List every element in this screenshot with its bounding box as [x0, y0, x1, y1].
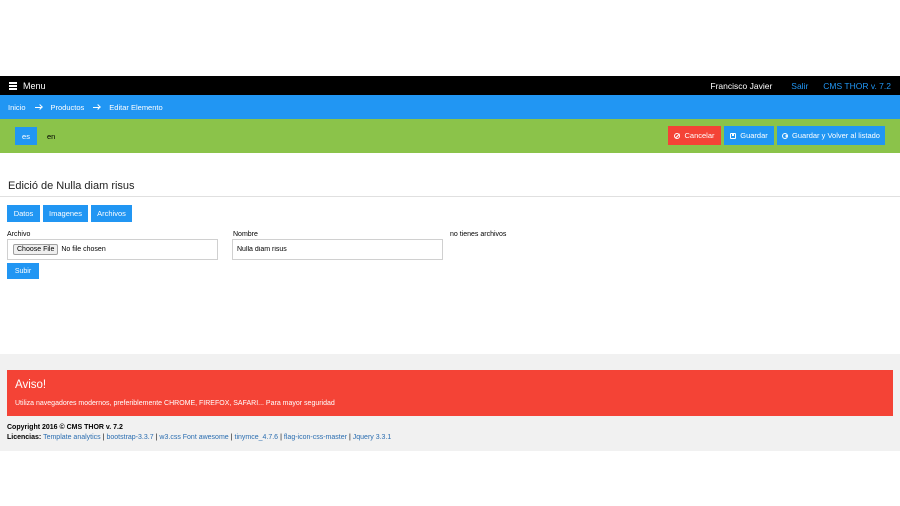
name-input[interactable] — [232, 239, 443, 260]
menu-button[interactable]: Menu — [9, 81, 46, 91]
licenses-line: Licencias: Template analytics | bootstrap-… — [7, 434, 392, 441]
save-button[interactable]: Guardar — [724, 126, 774, 145]
arrow-right-icon — [93, 104, 101, 110]
language-en-button[interactable]: en — [47, 132, 55, 141]
user-name: Francisco Javier — [710, 80, 773, 91]
license-link[interactable]: bootstrap-3.3.7 — [107, 434, 154, 441]
licenses-label: Licencias: — [7, 434, 42, 441]
license-link[interactable]: Template analytics — [43, 434, 101, 441]
tab-archivos[interactable]: Archivos — [91, 205, 132, 222]
divider — [0, 196, 900, 197]
tab-datos[interactable]: Datos — [7, 205, 40, 222]
license-link[interactable]: w3.css Font awesome — [159, 434, 228, 441]
license-link[interactable]: tinymce_4.7.6 — [235, 434, 279, 441]
cancel-label: Cancelar — [684, 131, 715, 140]
license-link[interactable]: Jquery 3.3.1 — [353, 434, 392, 441]
save-and-back-label: Guardar y Volver al listado — [792, 131, 880, 140]
breadcrumb-item-productos[interactable]: Productos — [51, 103, 85, 112]
top-navbar: Menu Francisco Javier Salir CMS THOR v. … — [0, 76, 900, 95]
ban-icon — [674, 132, 681, 139]
breadcrumb-item-current: Editar Elemento — [109, 102, 163, 112]
arrow-circle-icon — [782, 132, 789, 139]
arrow-right-icon — [34, 104, 43, 110]
page-title: Edició de Nulla diam risus — [8, 180, 135, 192]
cancel-button[interactable]: Cancelar — [668, 126, 721, 145]
save-label: Guardar — [740, 131, 768, 140]
alert-text: Utiliza navegadores modernos, preferible… — [15, 400, 335, 407]
no-files-text: no tienes archivos — [450, 231, 507, 238]
floppy-disk-icon — [730, 132, 737, 139]
copyright: Copyright 2016 © CMS THOR v. 7.2 — [7, 424, 123, 431]
version-link[interactable]: CMS THOR v. 7.2 — [823, 81, 891, 91]
license-link[interactable]: flag-icon-css-master — [284, 434, 347, 441]
name-field-label: Nombre — [233, 231, 258, 238]
file-status: No file chosen — [61, 246, 106, 253]
warning-alert: Aviso! Utiliza navegadores modernos, pre… — [7, 370, 893, 416]
hamburger-icon — [9, 82, 17, 90]
save-and-back-button[interactable]: Guardar y Volver al listado — [777, 126, 885, 145]
file-input: Choose File No file chosen — [7, 239, 218, 260]
breadcrumb-item-inicio[interactable]: Inicio — [8, 103, 26, 112]
menu-label: Menu — [23, 80, 46, 91]
tab-imagenes[interactable]: Imagenes — [43, 205, 88, 222]
language-es-button[interactable]: es — [15, 127, 37, 145]
alert-title: Aviso! — [15, 379, 47, 391]
file-field-label: Archivo — [7, 231, 31, 238]
breadcrumb: Inicio Productos Editar Elemento — [0, 95, 900, 119]
logout-link[interactable]: Salir — [791, 81, 808, 91]
choose-file-button[interactable]: Choose File — [13, 244, 59, 255]
upload-button[interactable]: Subir — [7, 263, 39, 279]
